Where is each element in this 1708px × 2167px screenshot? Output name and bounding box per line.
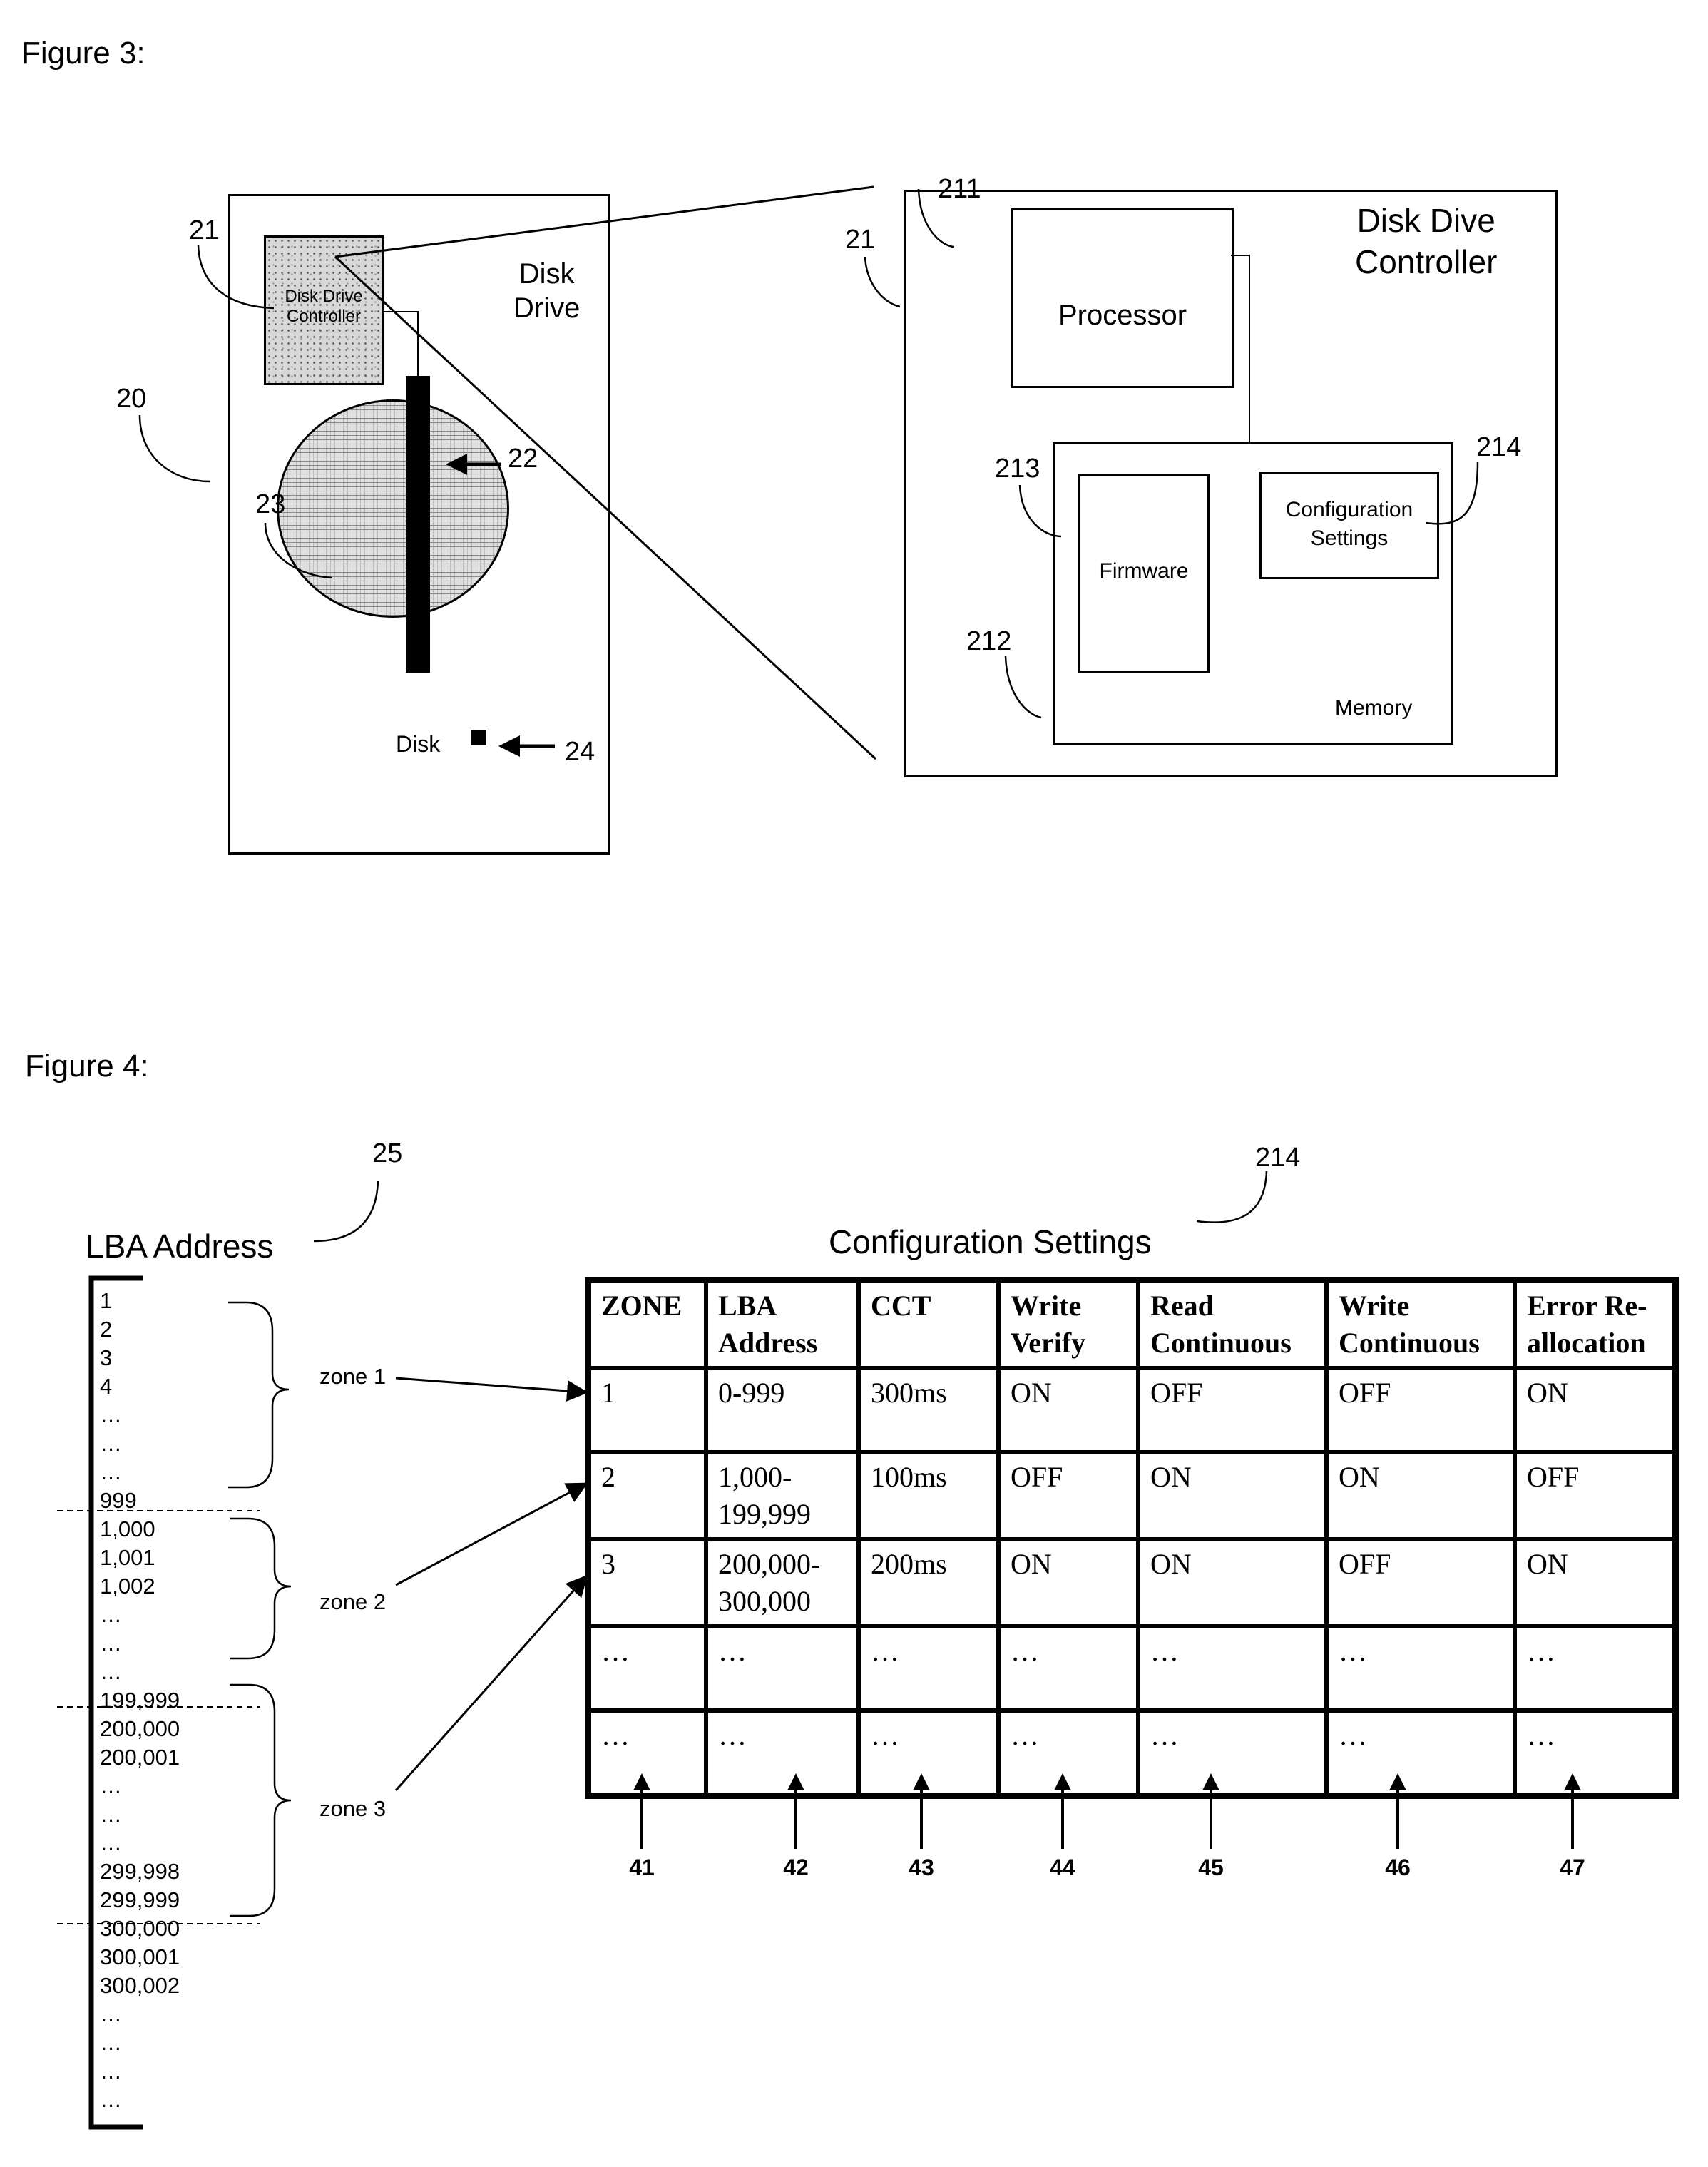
leader-21-right xyxy=(864,256,901,308)
zoom-line-top xyxy=(334,185,874,258)
zone-3-arrow xyxy=(394,1574,588,1791)
leader-214-fig4 xyxy=(1196,1171,1268,1223)
column-ref-arrows xyxy=(633,1773,1581,1849)
diagram-lines xyxy=(57,185,1581,2130)
leader-214-fig3 xyxy=(1426,462,1479,525)
processor-memory-wire xyxy=(1231,255,1250,442)
leader-212 xyxy=(1004,656,1042,719)
zone-2-arrow xyxy=(395,1482,588,1586)
zone-3-brace xyxy=(230,1683,292,1917)
zoom-line-bottom xyxy=(334,255,877,760)
leader-213 xyxy=(1018,484,1062,538)
leader-21-left xyxy=(197,245,275,310)
leader-23 xyxy=(264,522,333,579)
zone-1-arrow xyxy=(395,1377,588,1402)
leader-20 xyxy=(138,414,210,483)
controller-arm-wire xyxy=(382,311,419,377)
zone-1-brace xyxy=(228,1301,290,1489)
lba-bracket xyxy=(88,1275,143,2130)
zone-2-brace xyxy=(230,1517,292,1660)
leader-211 xyxy=(917,188,955,248)
leader-25 xyxy=(313,1181,379,1243)
